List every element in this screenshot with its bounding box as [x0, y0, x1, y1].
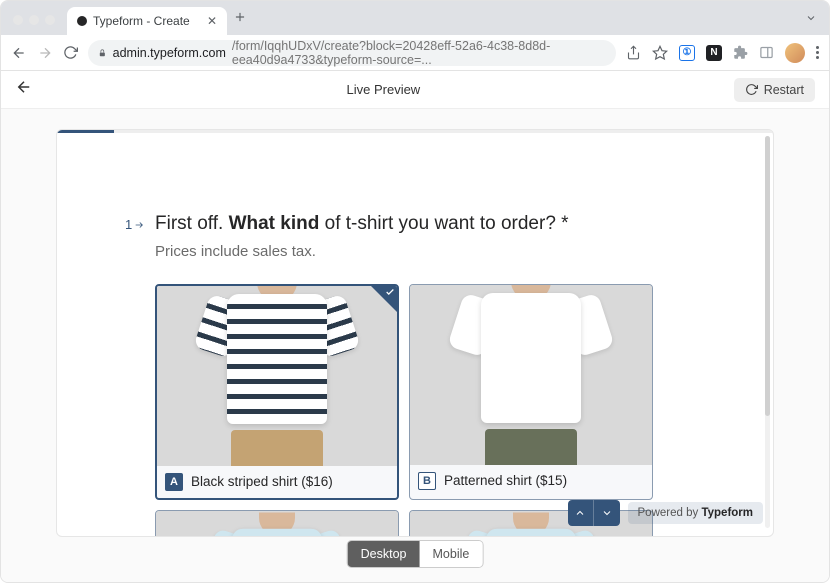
option-label: Patterned shirt ($15) — [444, 473, 567, 488]
form-footer: Powered by Typeform — [568, 500, 763, 526]
tab-title: Typeform - Create — [93, 14, 190, 28]
url-host: admin.typeform.com — [113, 46, 226, 60]
chevron-down-icon — [601, 507, 613, 519]
selected-corner — [371, 286, 397, 312]
next-button[interactable] — [594, 500, 620, 526]
question-title: First off. What kind of t-shirt you want… — [155, 211, 723, 237]
option-label: Black striped shirt ($16) — [191, 474, 333, 489]
form-nav-pair — [568, 500, 620, 526]
option-c-stub[interactable] — [155, 510, 399, 537]
arrow-right-icon — [134, 220, 144, 230]
reload-icon — [745, 83, 758, 96]
browser-toolbar: admin.typeform.com/form/IqqhUDxV/create?… — [1, 35, 829, 71]
chevron-up-icon — [574, 507, 586, 519]
toolbar-right: ① N — [626, 43, 819, 63]
option-key: B — [418, 472, 436, 490]
back-arrow-icon[interactable] — [15, 78, 33, 101]
tab-favicon — [77, 16, 87, 26]
prev-button[interactable] — [568, 500, 594, 526]
device-mobile[interactable]: Mobile — [420, 541, 483, 567]
browser-tab[interactable]: Typeform - Create ✕ — [67, 7, 227, 35]
browser-window: Typeform - Create ✕ admin.typeform.com/f… — [0, 0, 830, 583]
tab-strip: Typeform - Create ✕ — [1, 1, 829, 35]
check-icon — [385, 287, 395, 297]
avatar[interactable] — [785, 43, 805, 63]
powered-by-badge[interactable]: Powered by Typeform — [628, 502, 763, 524]
chevron-down-icon[interactable] — [805, 11, 817, 35]
restart-button[interactable]: Restart — [734, 78, 815, 102]
form-preview: 1 First off. What kind of t-shirt you wa… — [56, 129, 774, 537]
extension-1password-icon[interactable]: ① — [679, 45, 695, 61]
device-toggle: Desktop Mobile — [347, 540, 484, 568]
option-b[interactable]: B Patterned shirt ($15) — [409, 284, 653, 500]
lock-icon — [98, 47, 107, 59]
options-grid: A Black striped shirt ($16) B Patterned … — [155, 284, 723, 537]
back-icon[interactable] — [11, 45, 27, 61]
new-tab-button[interactable] — [233, 10, 247, 35]
side-panel-icon[interactable] — [759, 45, 774, 60]
url-path: /form/IqqhUDxV/create?block=20428eff-52a… — [232, 39, 606, 67]
traffic-light-close[interactable] — [13, 15, 23, 25]
option-key: A — [165, 473, 183, 491]
question-block: 1 First off. What kind of t-shirt you wa… — [57, 133, 773, 537]
share-icon[interactable] — [626, 45, 641, 60]
question-description: Prices include sales tax. — [155, 243, 723, 260]
question-number: 1 — [125, 217, 144, 232]
canvas: 1 First off. What kind of t-shirt you wa… — [1, 109, 829, 582]
option-a[interactable]: A Black striped shirt ($16) — [155, 284, 399, 500]
option-image — [157, 286, 397, 466]
option-image — [410, 285, 652, 465]
url-bar[interactable]: admin.typeform.com/form/IqqhUDxV/create?… — [88, 40, 616, 66]
kebab-icon[interactable] — [816, 46, 819, 59]
forward-icon — [37, 45, 53, 61]
window-controls — [9, 15, 61, 35]
close-icon[interactable]: ✕ — [207, 14, 217, 28]
star-icon[interactable] — [652, 45, 668, 61]
extensions-icon[interactable] — [733, 45, 748, 60]
traffic-light-max[interactable] — [45, 15, 55, 25]
reload-icon[interactable] — [63, 45, 78, 60]
page-title: Live Preview — [33, 82, 734, 97]
device-desktop[interactable]: Desktop — [348, 541, 420, 567]
app-header: Live Preview Restart — [1, 71, 829, 109]
traffic-light-min[interactable] — [29, 15, 39, 25]
restart-label: Restart — [764, 83, 804, 97]
extension-notion-icon[interactable]: N — [706, 45, 722, 61]
